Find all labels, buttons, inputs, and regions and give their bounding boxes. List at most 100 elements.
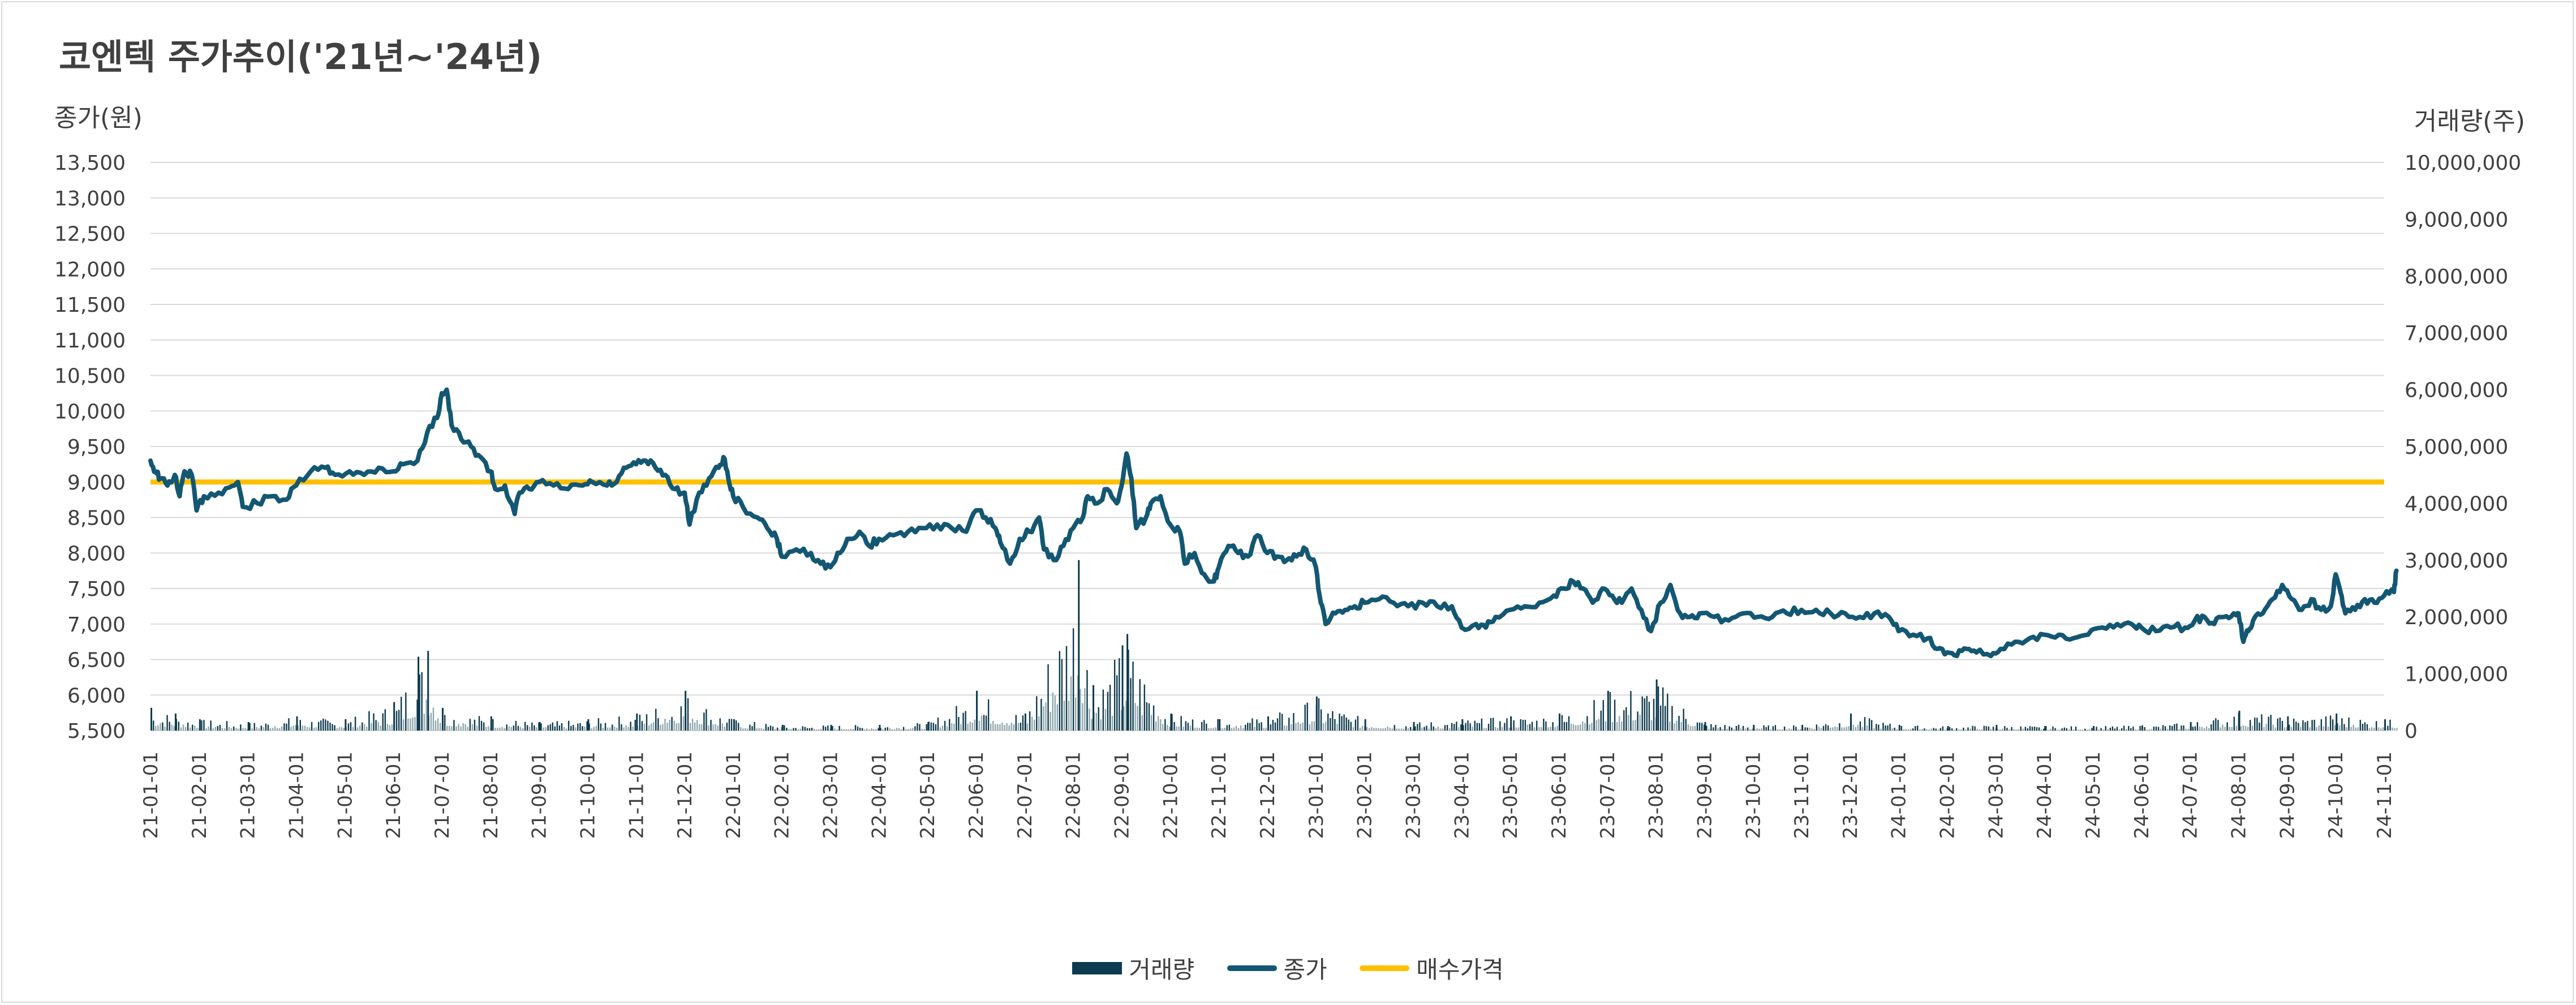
volume-bar	[912, 728, 914, 731]
volume-bar	[1187, 723, 1189, 731]
volume-bar	[1309, 724, 1310, 731]
y-right-tick-label: 3,000,000	[2405, 549, 2508, 573]
volume-bar	[347, 723, 350, 731]
volume-bar	[2015, 729, 2017, 731]
volume-bar	[281, 726, 283, 731]
volume-bar	[1586, 716, 1588, 731]
volume-bar	[1409, 727, 1412, 731]
volume-bar	[2366, 724, 2368, 731]
volume-bar	[1529, 724, 1531, 731]
volume-bar	[1398, 728, 1400, 731]
volume-bar	[1063, 701, 1065, 731]
volume-bar	[1687, 724, 1689, 731]
volume-bar	[2155, 726, 2157, 731]
volume-bar	[946, 726, 948, 731]
volume-bar	[2373, 727, 2375, 731]
volume-bar	[1708, 728, 1710, 731]
volume-bar	[1082, 703, 1083, 731]
volume-bar	[687, 698, 689, 731]
volume-bar	[623, 727, 625, 731]
volume-bar	[818, 729, 820, 731]
volume-bar	[2350, 727, 2352, 731]
volume-bar	[586, 721, 588, 731]
volume-bar	[2029, 726, 2031, 731]
volume-bar	[676, 723, 677, 731]
volume-bar	[788, 729, 790, 731]
volume-bar	[1744, 728, 1747, 731]
volume-bar	[1345, 717, 1347, 731]
volume-bar	[2098, 729, 2100, 731]
volume-bar	[728, 719, 730, 731]
volume-bar	[1045, 702, 1047, 731]
volume-bar	[2096, 727, 2097, 731]
volume-bar	[1499, 721, 1501, 731]
volume-bar	[730, 719, 733, 731]
volume-bar	[2109, 727, 2111, 731]
volume-bar	[941, 725, 944, 731]
volume-bar	[809, 728, 811, 731]
volume-bar	[393, 702, 395, 731]
x-tick-label: 21-06-01	[382, 751, 405, 839]
volume-bar	[2235, 725, 2238, 731]
volume-bar	[2339, 725, 2341, 731]
volume-bar	[1098, 707, 1099, 731]
volume-bar	[621, 724, 622, 731]
volume-bar	[1566, 722, 1568, 731]
x-tick-label: 22-09-01	[1111, 751, 1134, 839]
volume-bar	[201, 720, 203, 731]
volume-bar	[2357, 727, 2359, 731]
volume-bar	[449, 725, 450, 731]
volume-bar	[2336, 713, 2338, 731]
volume-bar	[1203, 720, 1205, 731]
volume-bar	[474, 719, 476, 731]
volume-bar	[1382, 728, 1384, 731]
volume-bar	[1674, 723, 1675, 731]
volume-bar	[1111, 715, 1113, 731]
volume-bar	[2309, 727, 2311, 731]
volume-bar	[1189, 725, 1192, 731]
volume-bar	[1276, 718, 1279, 731]
volume-bar	[184, 727, 187, 731]
volume-bar	[2346, 727, 2347, 731]
volume-bar	[2316, 727, 2317, 731]
volume-bar	[1683, 708, 1684, 731]
volume-bar	[582, 726, 583, 731]
volume-bar	[155, 725, 157, 731]
volume-bar	[995, 724, 996, 731]
volume-bar	[1336, 724, 1338, 731]
volume-bar	[2148, 729, 2150, 731]
x-tick-label: 23-06-01	[1548, 751, 1571, 839]
volume-bar	[706, 709, 707, 731]
volume-bar	[1648, 702, 1650, 731]
volume-bar	[1827, 725, 1829, 731]
volume-bar	[1068, 701, 1070, 731]
volume-bar	[1315, 696, 1318, 731]
volume-bar	[1556, 725, 1558, 731]
volume-bar	[2151, 729, 2153, 731]
volume-bar	[848, 729, 849, 731]
volume-bar	[2375, 721, 2377, 731]
volume-bar	[302, 725, 304, 731]
y-right-tick-label: 5,000,000	[2405, 436, 2508, 459]
volume-bar	[1804, 727, 1806, 731]
volume-bar	[485, 727, 487, 731]
volume-bar	[1659, 705, 1662, 731]
volume-bar	[2006, 728, 2008, 731]
volume-bar	[1822, 725, 1825, 731]
volume-bar	[1889, 723, 1891, 731]
volume-bar	[857, 726, 859, 731]
volume-bar	[932, 723, 935, 731]
volume-bar	[1864, 717, 1866, 731]
volume-bars	[150, 560, 2398, 731]
volume-bar	[754, 722, 755, 731]
volume-bar	[561, 723, 563, 731]
volume-bar	[2287, 716, 2289, 731]
volume-bar	[1040, 698, 1042, 731]
volume-bar	[1880, 728, 1882, 731]
volume-bar	[332, 724, 333, 731]
volume-bar	[859, 727, 861, 731]
volume-bar	[587, 719, 590, 731]
volume-bar	[691, 719, 694, 731]
volume-bar	[804, 727, 806, 731]
volume-bar	[1155, 721, 1157, 731]
